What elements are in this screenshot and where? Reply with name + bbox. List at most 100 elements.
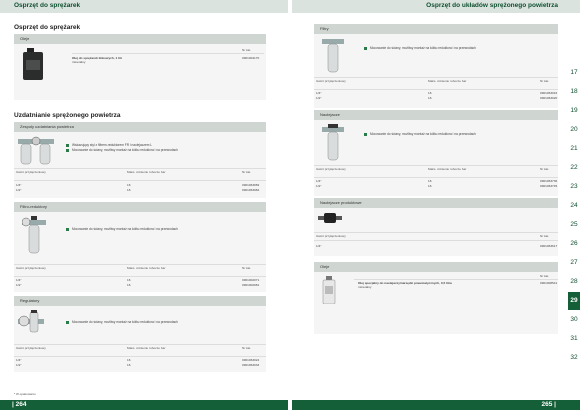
product-cat-number: 0901004170 — [242, 56, 260, 60]
panel-head-label: Naolejacze produktowe — [320, 200, 362, 205]
tab-26[interactable]: 26 — [568, 235, 580, 253]
header-right-title: Osprzęt do układów sprężonego powietrza — [426, 2, 558, 9]
tab-22[interactable]: 22 — [568, 159, 580, 177]
table-cell: 1/2" — [16, 363, 22, 367]
col-thread: Gwint przyłączeniowy — [16, 346, 46, 350]
header-right: Osprzęt do układów sprężonego powietrza — [292, 0, 580, 13]
table-rule — [14, 276, 266, 277]
product-sub: mineralny — [72, 60, 86, 64]
tab-29-active[interactable]: 29 — [568, 292, 580, 310]
panel-head: Oleje — [314, 262, 558, 272]
table-cell: 0901063024 — [242, 358, 260, 362]
panel-oils-right: Oleje Nr kat. Olej specjalny do naolejac… — [314, 262, 558, 334]
table-cell: 1/2" — [316, 184, 322, 188]
table-cell: 1/2" — [16, 283, 22, 287]
table-cell: 16 — [127, 358, 131, 362]
panel-lubricators: Naolejacze Mocowanie do ściany, możliwy … — [314, 110, 558, 196]
bullet-item: Wskazujący styl z filtrem-reduktorem FR … — [66, 143, 152, 147]
table-rule — [14, 180, 266, 181]
col-thread: Gwint przyłączeniowy — [316, 79, 346, 83]
table-cell: 0901002071 — [242, 278, 260, 282]
tab-32[interactable]: 32 — [568, 349, 580, 367]
col-cat-no: Nr kat. — [242, 266, 252, 270]
table-cell: 16 — [428, 184, 432, 188]
col-pressure: Maks. ciśnienie robocze bar — [428, 167, 467, 171]
table-rule — [314, 232, 558, 233]
tab-21[interactable]: 21 — [568, 140, 580, 158]
tab-25[interactable]: 25 — [568, 216, 580, 234]
tab-31[interactable]: 31 — [568, 330, 580, 348]
panel-head: Regulatory — [14, 296, 266, 306]
table-rule — [14, 264, 266, 265]
header-left: Osprzęt do sprężarek — [0, 0, 288, 13]
table-cell: 1/2" — [16, 188, 22, 192]
col-cat-no: Nr kat. — [540, 167, 550, 171]
tab-27[interactable]: 27 — [568, 254, 580, 272]
tab-30[interactable]: 30 — [568, 311, 580, 329]
panel-head-label: Regulatory — [20, 298, 40, 303]
filter-image — [322, 36, 344, 74]
table-cell: 16 — [127, 183, 131, 187]
table-rule — [314, 240, 558, 241]
table-rule — [14, 356, 266, 357]
oil-bottle-image — [22, 48, 44, 80]
section-title-air-treatment: Uzdatnianie sprężonego powietrza — [14, 112, 121, 119]
product-name: Olej specjalny do naolejaczy/narzędzi pn… — [358, 281, 452, 285]
table-cell: 0901063984 — [242, 188, 260, 192]
oil-can-image — [322, 276, 336, 305]
footnote: * W opakowaniu — [14, 392, 36, 396]
col-pressure: Maks. ciśnienie robocze bar — [127, 170, 166, 174]
col-cat-no: Nr kat. — [242, 48, 252, 52]
panel-air-treatment-units: Zespoły uzdatniania powietrza Wskazujący… — [14, 122, 266, 198]
table-rule — [314, 177, 558, 178]
bullet-item: Mocowanie do ściany, możliwy montaż na k… — [66, 320, 178, 324]
regulator-image — [18, 310, 44, 334]
footer-right: 265 | — [292, 400, 580, 410]
panel-head: Filtry — [314, 24, 558, 34]
table-cell: 16 — [127, 278, 131, 282]
table-rule — [314, 165, 558, 166]
panel-regulators: Regulatory Mocowanie do ściany, możliwy … — [14, 296, 266, 372]
table-cell: 1/4" — [16, 183, 22, 187]
bullet-item: Mocowanie do ściany, możliwy montaż na k… — [66, 148, 178, 152]
table-cell: 0901002081 — [242, 283, 260, 287]
table-cell: 0901063033 — [242, 363, 260, 367]
lubricator-image — [322, 124, 344, 162]
table-cell: 0901063736 — [540, 179, 558, 183]
bullet-item: Mocowanie do ściany, możliwy montaż na k… — [66, 227, 178, 231]
table-cell: 0901063020 — [540, 96, 558, 100]
table-cell: 0901063016 — [540, 91, 558, 95]
col-thread: Gwint przyłączeniowy — [316, 167, 346, 171]
col-thread: Gwint przyłączeniowy — [16, 266, 46, 270]
product-cat-number: 0901008541 — [540, 281, 558, 285]
panel-head-label: Oleje — [20, 36, 30, 41]
panel-head: Naolejacze — [314, 110, 558, 120]
table-cell: 16 — [428, 179, 432, 183]
col-cat-no: Nr kat. — [540, 274, 550, 278]
col-cat-no: Nr kat. — [242, 170, 252, 174]
panel-filter-regulators: Filtro-reduktory Mocowanie do ściany, mo… — [14, 202, 266, 292]
tab-20[interactable]: 20 — [568, 121, 580, 139]
table-rule — [14, 344, 266, 345]
tab-23[interactable]: 23 — [568, 178, 580, 196]
table-cell: 0901063969 — [242, 183, 260, 187]
col-thread: Gwint przyłączeniowy — [16, 170, 46, 174]
table-rule — [14, 168, 266, 169]
table-cell: 1/2" — [316, 96, 322, 100]
col-cat-no: Nr kat. — [540, 79, 550, 83]
tab-18[interactable]: 18 — [568, 83, 580, 101]
panel-head-label: Oleje — [320, 264, 330, 269]
inline-lubricator-image — [318, 211, 342, 223]
bullet-item: Mocowanie do ściany, możliwy montaż na k… — [364, 132, 476, 136]
tab-24[interactable]: 24 — [568, 197, 580, 215]
table-cell: 0901063745 — [540, 184, 558, 188]
tab-28[interactable]: 28 — [568, 273, 580, 291]
table-rule — [354, 279, 558, 280]
tab-17[interactable]: 17 — [568, 64, 580, 82]
footer-left: | 264 — [0, 400, 288, 410]
panel-head-label: Filtry — [320, 26, 329, 31]
table-cell: 1/4" — [16, 278, 22, 282]
tab-19[interactable]: 19 — [568, 102, 580, 120]
col-pressure: Maks. ciśnienie robocze bar — [428, 79, 467, 83]
panel-head: Zespoły uzdatniania powietrza — [14, 122, 266, 132]
